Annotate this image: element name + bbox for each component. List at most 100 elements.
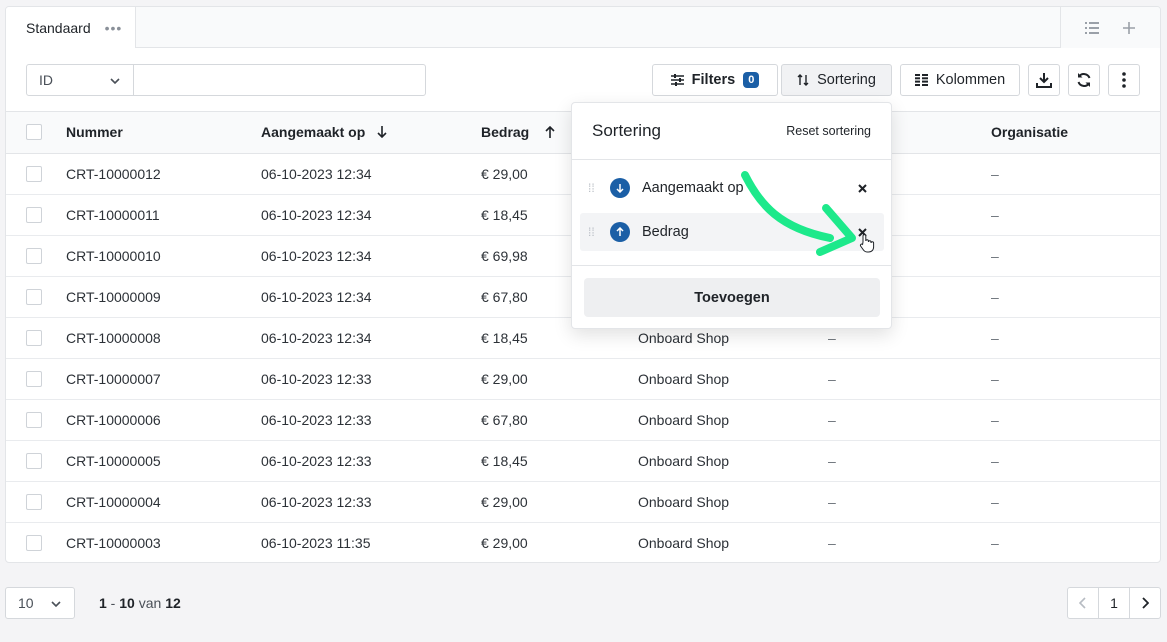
header-label: Bedrag [481,124,530,141]
table-cell: – [828,452,836,469]
chevron-down-icon [109,74,121,90]
sort-button[interactable]: Sortering [781,64,892,96]
table-cell: 06-10-2023 12:34 [261,288,372,305]
table-cell: Onboard Shop [638,452,730,469]
table-row[interactable]: CRT-10000003 06-10-2023 11:35 € 29,00 Onboa… [6,522,1160,562]
table-cell: 06-10-2023 12:34 [261,247,372,264]
row-checkbox[interactable] [26,493,42,510]
table-row[interactable]: CRT-10000005 06-10-2023 12:33 € 18,45 Onboa… [6,440,1160,481]
header-label: Nummer [66,124,123,141]
table-cell: 06-10-2023 12:33 [261,493,372,510]
row-checkbox[interactable] [26,329,42,346]
table-cell: 06-10-2023 12:34 [261,206,372,223]
search-field-select[interactable]: ID [26,64,134,96]
filters-label: Filters [691,72,736,88]
row-select-cell [6,440,66,481]
plus-icon[interactable] [1119,18,1139,38]
sort-desc-icon[interactable] [610,178,630,198]
table-cell: – [828,411,836,428]
select-all-checkbox[interactable] [26,124,42,141]
table-cell: – [828,370,836,387]
reset-sort-button[interactable]: Reset sortering [786,124,871,138]
table-cell: – [991,370,999,387]
table-cell: Onboard Shop [638,534,730,551]
tab-standaard[interactable]: Standaard ••• [6,7,136,48]
tabbar-actions [1060,7,1160,48]
row-checkbox[interactable] [26,411,42,428]
search-input[interactable] [133,64,426,96]
chevron-right-icon [1142,597,1149,609]
filters-button[interactable]: Filters 0 [652,64,778,96]
sort-arrows-icon [797,74,809,86]
refresh-button[interactable] [1068,64,1100,96]
sort-popover-title: Sortering [592,121,661,140]
drag-handle-icon[interactable]: ⁞⁞ [588,182,598,194]
list-icon[interactable] [1082,18,1102,38]
sort-item-aangemaakt-op[interactable]: ⁞⁞ Aangemaakt op [580,169,884,207]
table-cell: CRT-10000004 [66,493,161,510]
sliders-icon [670,74,684,86]
table-cell: – [828,534,836,551]
row-select-cell [6,317,66,358]
sort-item-label: Bedrag [642,224,689,240]
table-cell: – [991,247,999,264]
sort-popover-header: Sortering Reset sortering [572,103,891,160]
table-cell: – [991,288,999,305]
table-cell: 06-10-2023 12:33 [261,370,372,387]
chevron-left-icon [1079,597,1086,609]
table-cell: CRT-10000006 [66,411,161,428]
page-size-select[interactable]: 10 [5,587,75,619]
more-horizontal-icon[interactable]: ••• [105,21,123,35]
row-select-cell [6,194,66,235]
row-select-cell [6,235,66,276]
download-button[interactable] [1028,64,1060,96]
header-label: Aangemaakt op [261,124,366,141]
table-cell: CRT-10000003 [66,534,161,551]
row-checkbox[interactable] [26,288,42,305]
table-cell: 06-10-2023 12:33 [261,411,372,428]
table-row[interactable]: CRT-10000006 06-10-2023 12:33 € 67,80 Onboa… [6,399,1160,440]
table-row[interactable]: CRT-10000004 06-10-2023 12:33 € 29,00 Onboa… [6,481,1160,522]
download-icon [1036,73,1052,88]
column-header-aangemaakt-op[interactable]: Aangemaakt op [261,112,481,153]
range-to: 10 [119,595,135,611]
row-checkbox[interactable] [26,370,42,387]
prev-page-button[interactable] [1068,588,1098,618]
row-checkbox[interactable] [26,534,42,551]
drag-handle-icon[interactable]: ⁞⁞ [588,226,598,238]
table-cell: € 29,00 [481,370,528,387]
table-row[interactable]: CRT-10000007 06-10-2023 12:33 € 29,00 Onboa… [6,358,1160,399]
columns-label: Kolommen [935,72,1006,88]
table-cell: Onboard Shop [638,411,730,428]
pagination-range: 1 - 10 van 12 [99,595,181,611]
table-cell: € 67,80 [481,411,528,428]
column-header-nummer[interactable]: Nummer [66,112,261,153]
sort-asc-icon[interactable] [610,222,630,242]
next-page-button[interactable] [1129,588,1160,618]
row-checkbox[interactable] [26,452,42,469]
table-cell: – [828,493,836,510]
row-checkbox[interactable] [26,206,42,223]
page-number-button[interactable]: 1 [1098,588,1129,618]
table-cell: CRT-10000005 [66,452,161,469]
view-tab-bar: Standaard ••• [6,7,1160,48]
row-checkbox[interactable] [26,165,42,182]
table-cell: – [991,165,999,182]
filters-count-badge: 0 [743,72,760,88]
row-select-cell [6,276,66,317]
sort-item-bedrag[interactable]: ⁞⁞ Bedrag [580,213,884,251]
table-cell: – [991,411,999,428]
column-header-organisatie[interactable]: Organisatie [991,112,1160,153]
remove-sort-icon[interactable] [854,224,870,240]
remove-sort-icon[interactable] [854,180,870,196]
columns-button[interactable]: Kolommen [900,64,1020,96]
chevron-down-icon [50,597,62,613]
search-field-value: ID [39,72,53,88]
sort-item-label: Aangemaakt op [642,180,744,196]
row-select-cell [6,153,66,194]
more-actions-button[interactable] [1108,64,1140,96]
add-sort-button[interactable]: Toevoegen [584,278,880,317]
table-cell: CRT-10000008 [66,329,161,346]
row-checkbox[interactable] [26,247,42,264]
table-cell: 06-10-2023 12:34 [261,329,372,346]
